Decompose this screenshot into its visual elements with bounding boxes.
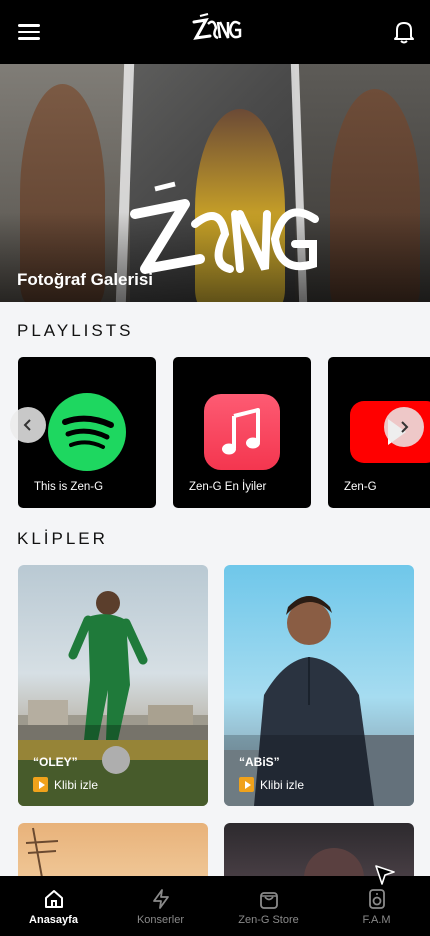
nav-label: Anasayfa — [29, 914, 78, 926]
apple-music-icon — [204, 394, 280, 470]
nav-label: Zen-G Store — [238, 914, 299, 926]
cursor-icon — [375, 865, 395, 885]
playlist-label: Zen-G En İyiler — [189, 481, 267, 493]
nav-label: Konserler — [136, 914, 185, 926]
clip-card-third[interactable] — [18, 823, 208, 883]
spotify-icon — [48, 393, 126, 471]
clip-title: “ABiS” — [239, 755, 280, 769]
bottom-navigation: Anasayfa Konserler Zen-G Store F.A.M — [0, 876, 430, 936]
chevron-right-icon[interactable] — [384, 407, 424, 447]
photo-gallery-banner[interactable] — [0, 64, 430, 302]
top-bar — [0, 0, 430, 64]
speaker-icon — [368, 889, 385, 909]
home-icon — [44, 890, 63, 908]
clip-thumbnail-third — [25, 827, 59, 883]
app-screen: Fotoğraf Galerisi PLAYLISTS This is Zen-… — [0, 0, 430, 936]
clips-section-title: KLİPLER — [17, 529, 108, 548]
clip-thumbnail-abis — [224, 596, 414, 806]
playlist-label: This is Zen-G — [34, 481, 104, 493]
watch-clip-link[interactable]: Klibi izle — [33, 777, 98, 792]
shopping-bag-icon — [259, 892, 278, 909]
watch-clip-link[interactable]: Klibi izle — [239, 777, 304, 792]
watch-clip-label: Klibi izle — [260, 777, 305, 792]
nav-item-home[interactable]: Anasayfa — [0, 876, 107, 936]
watch-clip-label: Klibi izle — [54, 777, 99, 792]
hero-title[interactable]: Fotoğraf Galerisi — [17, 270, 153, 290]
bell-icon[interactable] — [390, 18, 418, 46]
lightning-icon — [152, 889, 169, 909]
chevron-left-icon[interactable] — [10, 407, 46, 443]
hamburger-menu-icon[interactable] — [18, 20, 42, 44]
play-icon — [33, 777, 48, 792]
playlist-carousel: This is Zen-G Zen-G En İyiler Zen-G — [0, 357, 430, 508]
clip-title: “OLEY” — [33, 755, 78, 769]
nav-item-concerts[interactable]: Konserler — [107, 876, 214, 936]
clip-thumbnail-oley — [18, 591, 208, 806]
nav-label: F.A.M — [362, 914, 391, 926]
zen-g-logo[interactable] — [186, 10, 246, 50]
playlists-section-title: PLAYLISTS — [17, 321, 134, 340]
clip-card-abis[interactable]: “ABiS” Klibi izle — [224, 565, 414, 806]
play-icon — [239, 777, 254, 792]
nav-item-store[interactable]: Zen-G Store — [215, 876, 322, 936]
playlist-card-apple-music[interactable]: Zen-G En İyiler — [173, 357, 311, 508]
playlist-label: Zen-G — [344, 481, 377, 493]
clip-card-oley[interactable]: “OLEY” Klibi izle — [18, 565, 208, 806]
graffiti-logo — [130, 181, 319, 274]
